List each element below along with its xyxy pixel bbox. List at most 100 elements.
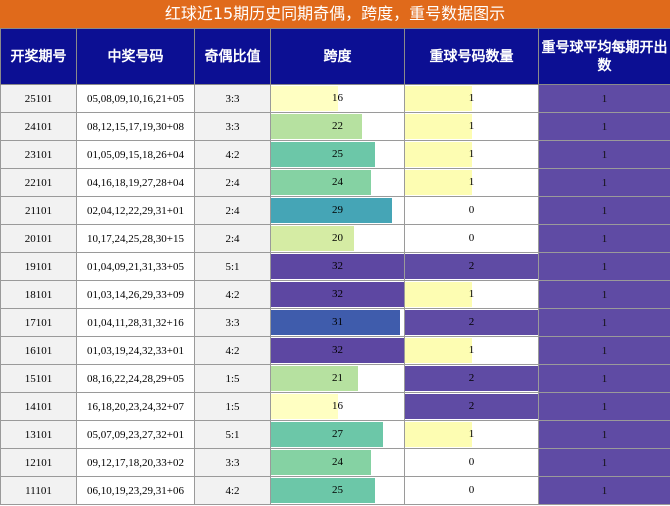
repeat-value: 1: [468, 344, 475, 356]
repeat-cell: 1: [404, 280, 539, 309]
repeat-cell: 1: [404, 420, 539, 449]
table-row: 22101 04,16,18,19,27,28+04 2:4 24 1 1: [0, 168, 670, 197]
repeat-value: 0: [468, 204, 475, 216]
table-row: 17101 01,04,11,28,31,32+16 3:3 31 2 1: [0, 308, 670, 337]
span-cell: 27: [270, 420, 405, 449]
odd-even-cell: 3:3: [194, 112, 271, 141]
span-value: 32: [332, 344, 343, 356]
table-row: 24101 08,12,15,17,19,30+08 3:3 22 1 1: [0, 112, 670, 141]
span-value: 27: [332, 428, 343, 440]
period-cell: 21101: [0, 196, 77, 225]
period-cell: 14101: [0, 392, 77, 421]
repeat-cell: 0: [404, 224, 539, 253]
repeat-value: 2: [468, 400, 475, 412]
odd-even-cell: 2:4: [194, 196, 271, 225]
numbers-cell: 08,16,22,24,28,29+05: [76, 364, 195, 393]
odd-even-cell: 4:2: [194, 336, 271, 365]
repeat-value: 1: [468, 288, 475, 300]
numbers-cell: 09,12,17,18,20,33+02: [76, 448, 195, 477]
repeat-cell: 0: [404, 476, 539, 505]
avg-repeat-cell: 1: [538, 224, 670, 253]
avg-repeat-cell: 1: [538, 280, 670, 309]
span-value: 32: [332, 288, 343, 300]
table-row: 13101 05,07,09,23,27,32+01 5:1 27 1 1: [0, 420, 670, 449]
table-row: 11101 06,10,19,23,29,31+06 4:2 25 0 1: [0, 476, 670, 505]
repeat-cell: 2: [404, 364, 539, 393]
repeat-cell: 1: [404, 140, 539, 169]
chart-title: 红球近15期历史同期奇偶，跨度，重号数据图示: [0, 0, 670, 28]
avg-repeat-cell: 1: [538, 84, 670, 113]
period-cell: 16101: [0, 336, 77, 365]
span-value: 20: [332, 232, 343, 244]
avg-repeat-cell: 1: [538, 392, 670, 421]
period-cell: 23101: [0, 140, 77, 169]
table-row: 12101 09,12,17,18,20,33+02 3:3 24 0 1: [0, 448, 670, 477]
header-avg-repeat: 重号球平均每期开出数: [538, 28, 670, 85]
span-cell: 24: [270, 168, 405, 197]
span-value: 29: [332, 204, 343, 216]
period-cell: 22101: [0, 168, 77, 197]
period-cell: 18101: [0, 280, 77, 309]
table-row: 14101 16,18,20,23,24,32+07 1:5 16 2 1: [0, 392, 670, 421]
repeat-value: 1: [468, 148, 475, 160]
header-odd-even: 奇偶比值: [194, 28, 271, 85]
table-row: 19101 01,04,09,21,31,33+05 5:1 32 2 1: [0, 252, 670, 281]
odd-even-cell: 2:4: [194, 168, 271, 197]
span-cell: 32: [270, 280, 405, 309]
span-cell: 21: [270, 364, 405, 393]
repeat-value: 1: [468, 428, 475, 440]
header-row: 开奖期号 中奖号码 奇偶比值 跨度 重球号码数量 重号球平均每期开出数: [0, 28, 670, 85]
odd-even-cell: 5:1: [194, 420, 271, 449]
span-cell: 22: [270, 112, 405, 141]
table-row: 15101 08,16,22,24,28,29+05 1:5 21 2 1: [0, 364, 670, 393]
span-cell: 29: [270, 196, 405, 225]
repeat-value: 0: [468, 232, 475, 244]
header-span: 跨度: [270, 28, 405, 85]
avg-repeat-cell: 1: [538, 364, 670, 393]
odd-even-cell: 3:3: [194, 308, 271, 337]
repeat-cell: 2: [404, 308, 539, 337]
span-cell: 25: [270, 140, 405, 169]
repeat-cell: 2: [404, 392, 539, 421]
span-cell: 32: [270, 336, 405, 365]
numbers-cell: 04,16,18,19,27,28+04: [76, 168, 195, 197]
avg-repeat-cell: 1: [538, 140, 670, 169]
span-cell: 16: [270, 84, 405, 113]
numbers-cell: 01,05,09,15,18,26+04: [76, 140, 195, 169]
repeat-cell: 1: [404, 168, 539, 197]
numbers-cell: 05,08,09,10,16,21+05: [76, 84, 195, 113]
numbers-cell: 05,07,09,23,27,32+01: [76, 420, 195, 449]
avg-repeat-cell: 1: [538, 420, 670, 449]
span-value: 24: [332, 456, 343, 468]
table-row: 16101 01,03,19,24,32,33+01 4:2 32 1 1: [0, 336, 670, 365]
period-cell: 12101: [0, 448, 77, 477]
table-row: 20101 10,17,24,25,28,30+15 2:4 20 0 1: [0, 224, 670, 253]
repeat-value: 2: [468, 260, 475, 272]
odd-even-cell: 2:4: [194, 224, 271, 253]
period-cell: 25101: [0, 84, 77, 113]
table-body: 25101 05,08,09,10,16,21+05 3:3 16 1 1 24101 08,…: [0, 84, 670, 505]
table-row: 23101 01,05,09,15,18,26+04 4:2 25 1 1: [0, 140, 670, 169]
odd-even-cell: 4:2: [194, 280, 271, 309]
span-cell: 25: [270, 476, 405, 505]
span-value: 21: [332, 372, 343, 384]
repeat-cell: 0: [404, 196, 539, 225]
span-cell: 31: [270, 308, 405, 337]
numbers-cell: 16,18,20,23,24,32+07: [76, 392, 195, 421]
span-cell: 20: [270, 224, 405, 253]
repeat-value: 1: [468, 92, 475, 104]
odd-even-cell: 1:5: [194, 392, 271, 421]
span-value: 16: [332, 92, 343, 104]
avg-repeat-cell: 1: [538, 168, 670, 197]
table-row: 25101 05,08,09,10,16,21+05 3:3 16 1 1: [0, 84, 670, 113]
avg-repeat-cell: 1: [538, 336, 670, 365]
span-value: 25: [332, 484, 343, 496]
repeat-cell: 1: [404, 336, 539, 365]
repeat-value: 2: [468, 372, 475, 384]
span-cell: 24: [270, 448, 405, 477]
odd-even-cell: 4:2: [194, 140, 271, 169]
numbers-cell: 06,10,19,23,29,31+06: [76, 476, 195, 505]
repeat-value: 0: [468, 456, 475, 468]
header-numbers: 中奖号码: [76, 28, 195, 85]
repeat-cell: 0: [404, 448, 539, 477]
